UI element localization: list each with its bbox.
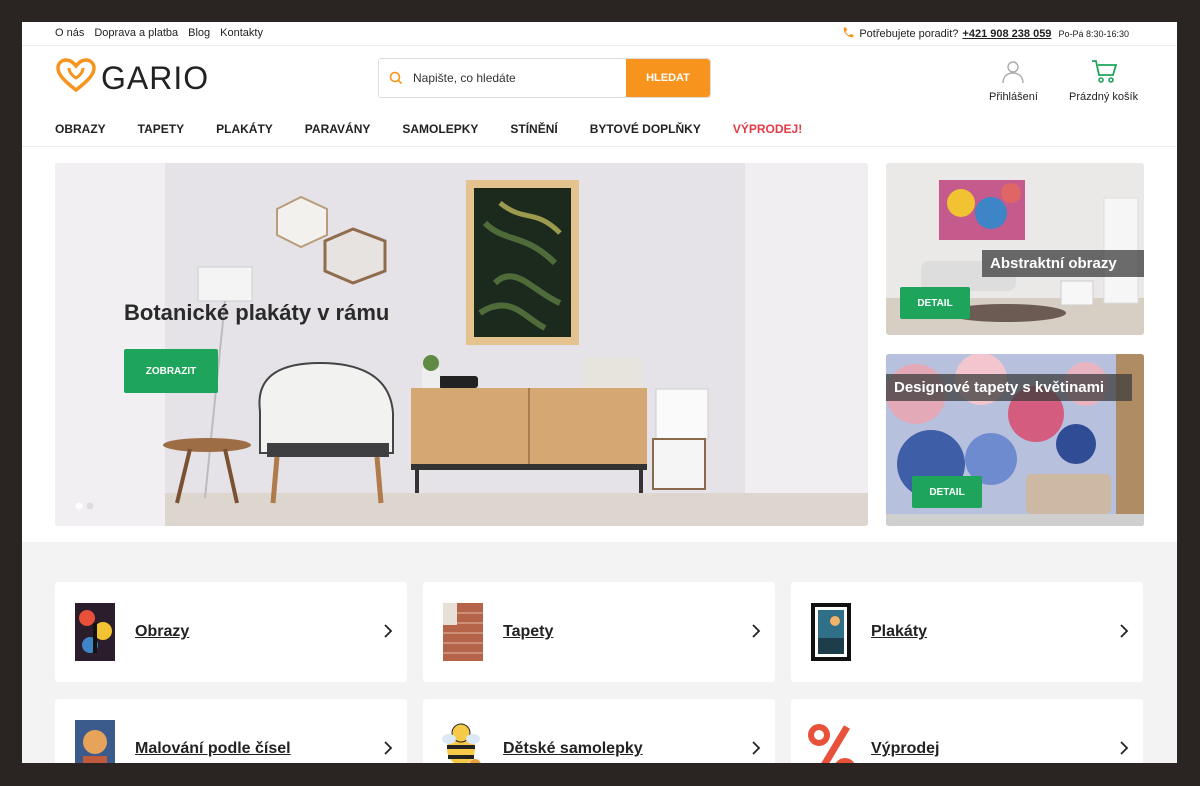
- category-label: Malování podle čísel: [135, 740, 291, 757]
- category-card-tapety[interactable]: Tapety: [423, 582, 775, 682]
- opening-hours: Po-Pá 8:30-16:30: [1058, 29, 1129, 39]
- paint-by-numbers-thumbnail: [75, 720, 115, 763]
- link-contacts[interactable]: Kontakty: [220, 27, 263, 39]
- wallpaper-thumbnail: [443, 603, 483, 661]
- link-shipping[interactable]: Doprava a platba: [94, 27, 178, 39]
- category-label: Plakáty: [871, 623, 928, 640]
- heart-logo-icon: [55, 58, 97, 99]
- nav-divider: [22, 146, 1177, 147]
- side-banner-2-title: Designové tapety s květinami: [886, 374, 1132, 401]
- side-banner-abstract[interactable]: Abstraktní obrazy DETAIL: [886, 163, 1144, 335]
- chevron-right-icon: [751, 622, 761, 643]
- logo[interactable]: GARIO: [55, 58, 209, 99]
- side-banner-1-detail-button[interactable]: DETAIL: [900, 287, 970, 319]
- nav-vyprodej[interactable]: VÝPRODEJ!: [733, 122, 802, 136]
- category-card-malovani[interactable]: Malování podle čísel: [55, 699, 407, 763]
- category-card-detske-samolepky[interactable]: Dětské samolepky: [423, 699, 775, 763]
- category-card-plakaty[interactable]: Plakáty: [791, 582, 1143, 682]
- chevron-right-icon: [1119, 739, 1129, 760]
- link-about[interactable]: O nás: [55, 27, 84, 39]
- phone-info: Potřebujete poradit? +421 908 238 059 Po…: [842, 26, 1129, 42]
- painting-thumbnail: [75, 603, 115, 661]
- side-banner-2-detail-button[interactable]: DETAIL: [912, 476, 982, 508]
- category-label: Dětské samolepky: [503, 740, 643, 757]
- top-links: O nás Doprava a platba Blog Kontakty: [55, 27, 263, 39]
- nav-tapety[interactable]: TAPETY: [138, 122, 184, 136]
- category-label: Tapety: [503, 623, 554, 640]
- hero-show-button[interactable]: ZOBRAZIT: [124, 349, 218, 393]
- top-bar: O nás Doprava a platba Blog Kontakty Pot…: [22, 22, 1177, 46]
- side-banner-flowers[interactable]: Designové tapety s květinami DETAIL: [886, 354, 1144, 526]
- nav-obrazy[interactable]: OBRAZY: [55, 122, 106, 136]
- user-icon: [1000, 58, 1026, 87]
- side-banner-1-title: Abstraktní obrazy: [982, 250, 1144, 277]
- chevron-right-icon: [1119, 622, 1129, 643]
- chevron-right-icon: [383, 622, 393, 643]
- nav-paravany[interactable]: PARAVÁNY: [305, 122, 371, 136]
- phone-icon: [842, 26, 855, 42]
- nav-stineni[interactable]: STÍNĚNÍ: [510, 122, 557, 136]
- login-label: Přihlášení: [989, 91, 1038, 103]
- category-label: Obrazy: [135, 623, 190, 640]
- link-blog[interactable]: Blog: [188, 27, 210, 39]
- category-section: Obrazy Tapety Plakáty Malování podle čís…: [22, 542, 1177, 763]
- cart-label: Prázdný košík: [1069, 91, 1139, 103]
- search-box: HLEDAT: [378, 58, 711, 98]
- login-button[interactable]: Přihlášení: [989, 58, 1038, 103]
- main-nav: OBRAZY TAPETY PLAKÁTY PARAVÁNY SAMOLEPKY…: [55, 122, 834, 136]
- category-card-obrazy[interactable]: Obrazy: [55, 582, 407, 682]
- category-card-vyprodej[interactable]: Výprodej: [791, 699, 1143, 763]
- category-label: Výprodej: [871, 740, 940, 757]
- chevron-right-icon: [383, 739, 393, 760]
- phone-number[interactable]: +421 908 238 059: [962, 28, 1051, 40]
- search-input[interactable]: [413, 59, 626, 97]
- search-button[interactable]: HLEDAT: [626, 59, 710, 97]
- page: O nás Doprava a platba Blog Kontakty Pot…: [22, 22, 1177, 763]
- poster-thumbnail: [811, 603, 851, 661]
- phone-label: Potřebujete poradit?: [859, 28, 959, 40]
- nav-plakaty[interactable]: PLAKÁTY: [216, 122, 273, 136]
- hero-scene-image: [55, 163, 868, 526]
- bee-sticker-thumbnail: [442, 723, 481, 763]
- logo-text: GARIO: [101, 60, 210, 96]
- percent-icon: [808, 724, 855, 763]
- chevron-right-icon: [751, 739, 761, 760]
- hero-title: Botanické plakáty v rámu: [124, 300, 390, 325]
- cart-icon: [1090, 58, 1118, 87]
- search-icon: [379, 59, 413, 97]
- nav-samolepky[interactable]: SAMOLEPKY: [402, 122, 478, 136]
- cart-button[interactable]: Prázdný košík: [1069, 58, 1138, 103]
- hero-banner[interactable]: Botanické plakáty v rámu ZOBRAZIT: [55, 163, 868, 526]
- nav-bytove-doplnky[interactable]: BYTOVÉ DOPLŇKY: [590, 122, 701, 136]
